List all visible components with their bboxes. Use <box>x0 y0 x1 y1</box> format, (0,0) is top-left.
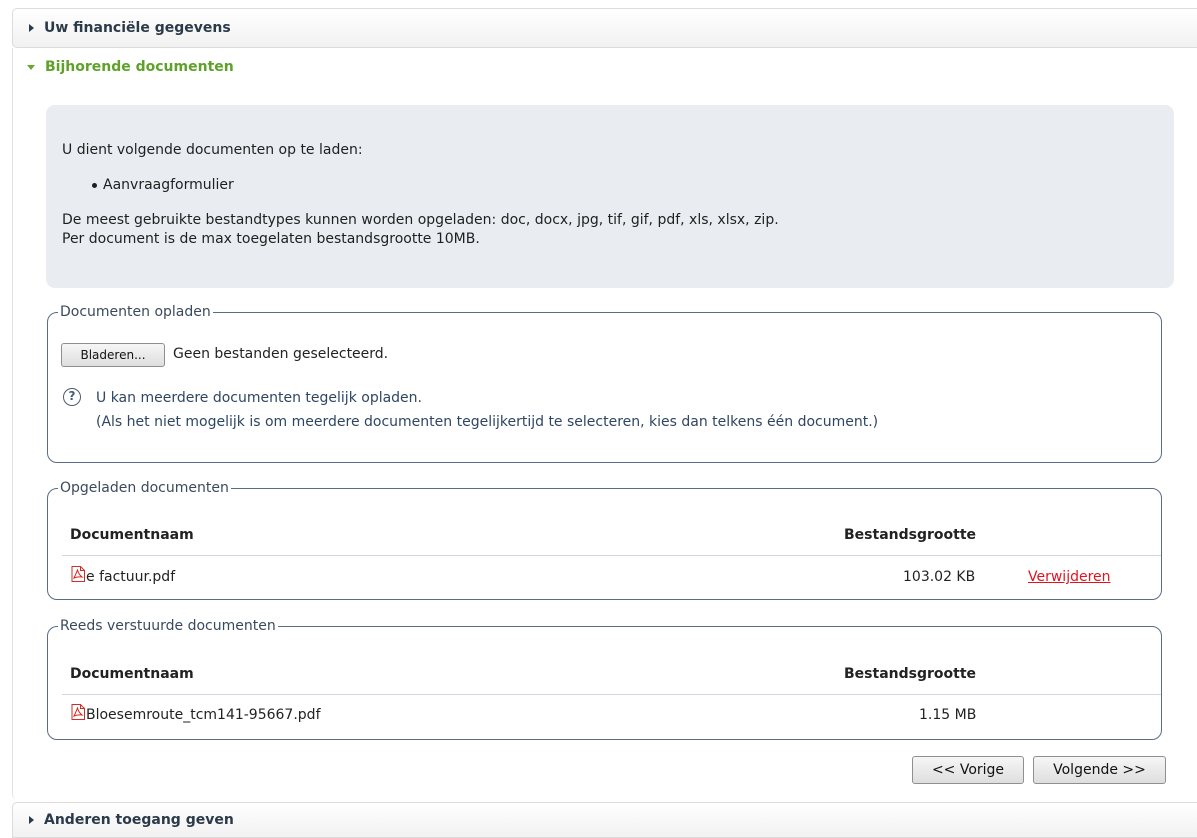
browse-button[interactable]: Bladeren... <box>61 343 165 367</box>
uploaded-legend: Opgeladen documenten <box>60 480 229 496</box>
upload-fieldset: Documenten opladen <box>47 304 1162 463</box>
required-doc-item: Aanvraagformulier <box>92 176 1174 195</box>
uploaded-col-name: Documentnaam <box>70 527 194 543</box>
bullet-icon <box>92 183 97 188</box>
accordion-access[interactable]: Anderen toegang geven <box>12 802 1197 838</box>
next-button[interactable]: Volgende >> <box>1033 756 1166 784</box>
previous-button[interactable]: << Vorige <box>912 756 1024 784</box>
sent-col-name: Documentnaam <box>70 666 194 682</box>
info-box: U dient volgende documenten op te laden:… <box>46 105 1174 288</box>
chevron-down-icon <box>27 64 35 70</box>
info-types: De meest gebruikte bestandtypes kunnen w… <box>62 212 779 228</box>
divider <box>62 694 1161 695</box>
sent-file-size: 1.15 MB <box>919 707 977 723</box>
accordion-access-label: Anderen toegang geven <box>44 812 234 828</box>
uploaded-col-size: Bestandsgrootte <box>844 527 977 543</box>
required-doc-label: Aanvraagformulier <box>103 177 234 193</box>
uploaded-file-size: 103.02 KB <box>903 569 976 585</box>
chevron-right-icon <box>29 24 34 32</box>
sent-col-size: Bestandsgrootte <box>844 666 977 682</box>
uploaded-fieldset: Opgeladen documenten <box>47 480 1162 600</box>
help-line-1: U kan meerdere documenten tegelijk oplad… <box>96 390 422 406</box>
pdf-file-icon <box>71 704 85 720</box>
pdf-file-icon <box>71 566 85 582</box>
sent-legend: Reeds verstuurde documenten <box>60 618 276 634</box>
accordion-documents[interactable]: Bijhorende documenten <box>13 59 234 75</box>
help-icon: ? <box>63 388 81 406</box>
chevron-right-icon <box>29 816 34 824</box>
no-file-text: Geen bestanden geselecteerd. <box>173 346 389 362</box>
sent-file-name[interactable]: Bloesemroute_tcm141-95667.pdf <box>86 707 321 723</box>
accordion-documents-label: Bijhorende documenten <box>45 59 234 75</box>
accordion-financial-label: Uw financiële gegevens <box>44 20 231 36</box>
info-maxsize: Per document is de max toegelaten bestan… <box>62 231 480 247</box>
info-intro: U dient volgende documenten op te laden: <box>62 142 363 158</box>
uploaded-file-name[interactable]: e factuur.pdf <box>86 569 175 585</box>
accordion-financial[interactable]: Uw financiële gegevens <box>12 8 1197 48</box>
divider <box>62 555 1161 556</box>
delete-link[interactable]: Verwijderen <box>1028 569 1111 585</box>
help-line-2: (Als het niet mogelijk is om meerdere do… <box>96 414 879 430</box>
upload-legend: Documenten opladen <box>60 304 211 320</box>
